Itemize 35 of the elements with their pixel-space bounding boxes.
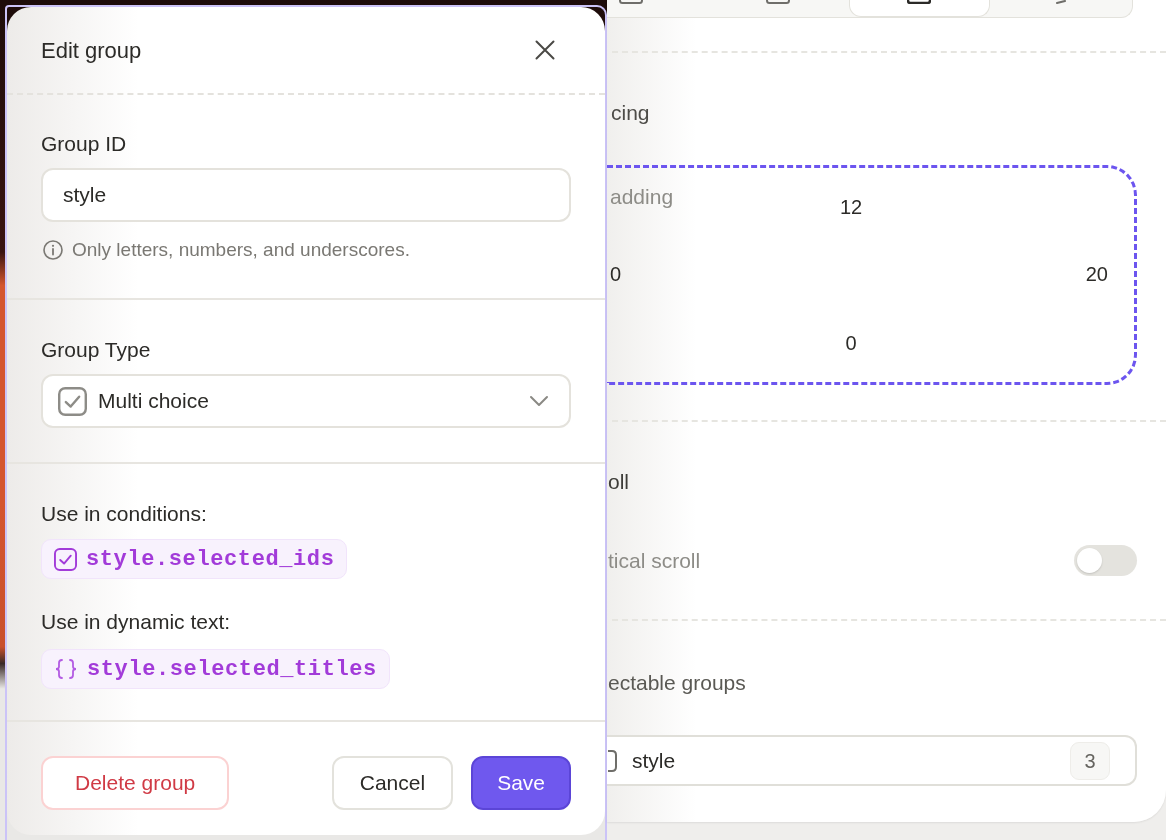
field-label: Group ID [41, 132, 127, 156]
count-badge: 3 [1070, 741, 1110, 780]
padding-value: 0 [609, 262, 622, 286]
braces-icon [54, 659, 78, 679]
close-button[interactable] [534, 39, 556, 61]
toggle-switch[interactable] [1074, 545, 1137, 576]
pencil-icon [1056, 0, 1067, 4]
section-title: ectable groups [607, 671, 746, 695]
save-button[interactable]: Save [471, 756, 571, 810]
info-icon [43, 240, 63, 260]
checkbox-icon [54, 547, 77, 571]
tab[interactable] [848, 0, 991, 17]
padding-value: 0 [845, 331, 857, 355]
section-title: oll [607, 470, 629, 494]
usage-label: Use in conditions: [41, 502, 207, 526]
field-label: Group Type [41, 338, 151, 362]
chevron-down-icon [529, 395, 549, 407]
section-title: cing [610, 101, 650, 125]
delete-button[interactable]: Delete group [41, 756, 230, 810]
token-text: style.selected_ids [86, 545, 335, 574]
group-id-input[interactable]: style [41, 168, 571, 222]
group-type-select[interactable]: Multi choice [41, 374, 571, 428]
checkbox-icon [58, 386, 87, 416]
padding-value: 20 [1085, 262, 1108, 286]
usage-label: Use in dynamic text: [41, 610, 231, 634]
close-icon [535, 40, 555, 60]
cancel-button[interactable]: Cancel [331, 756, 454, 810]
dialog-title: Edit group [41, 36, 142, 65]
toggle-label: tical scroll [607, 548, 701, 573]
padding-label: adding [609, 185, 674, 209]
hint-text: Only letters, numbers, and underscores. [72, 239, 410, 261]
padding-value: 12 [839, 195, 863, 219]
group-row[interactable]: style 3 [607, 735, 1137, 786]
group-name: style [632, 747, 676, 774]
token-text: style.selected_titles [87, 655, 377, 684]
